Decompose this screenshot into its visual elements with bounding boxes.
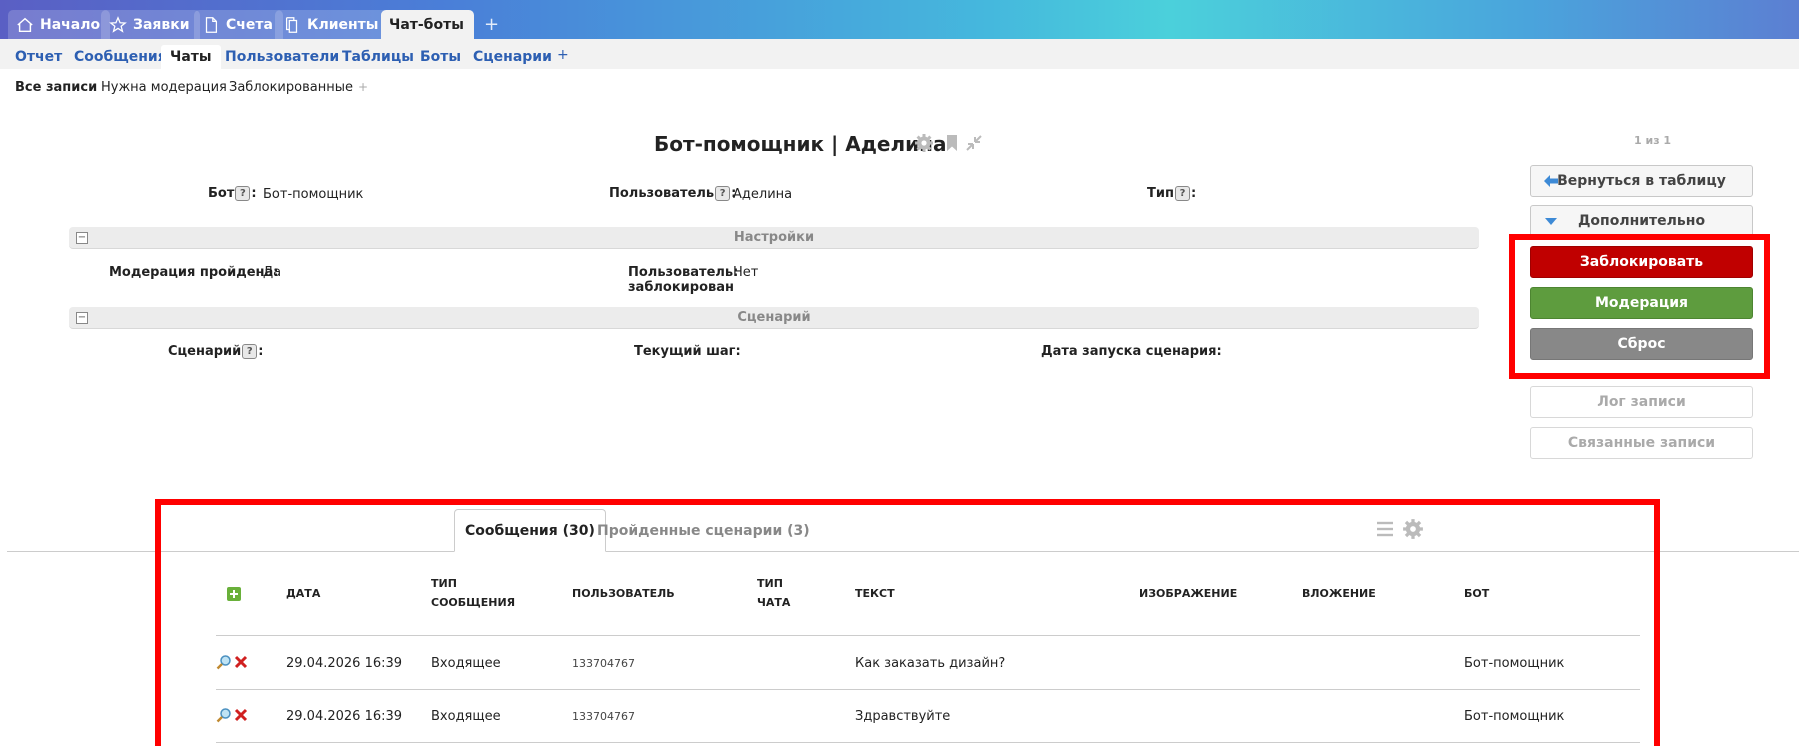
settings-section-title: Настройки — [733, 230, 815, 245]
scenario-launch-date-label: Дата запуска сценария: — [1041, 344, 1222, 359]
add-sub-tab-button[interactable]: + — [557, 47, 569, 63]
top-nav-bar: Начало Заявки Счета Клиенты Чат-боты + — [0, 0, 1799, 39]
tab-clients[interactable]: Клиенты — [275, 10, 389, 39]
tab-invoices[interactable]: Счета — [194, 10, 283, 39]
help-icon[interactable]: ? — [242, 344, 258, 359]
home-icon — [17, 17, 33, 32]
record-pager: 1 из 1 — [1634, 134, 1672, 147]
back-to-table-button[interactable]: Вернуться в таблицу — [1530, 165, 1753, 197]
subtab-report[interactable]: Отчет — [6, 45, 71, 69]
tab-clients-label: Клиенты — [307, 16, 379, 33]
filter-needs-moderation[interactable]: Нужна модерация — [101, 80, 227, 95]
tab-chatbots-label: Чат-боты — [389, 16, 464, 33]
tab-invoices-label: Счета — [226, 16, 273, 33]
filter-blocked[interactable]: Заблокированные — [229, 80, 353, 95]
record-log-button[interactable]: Лог записи — [1530, 386, 1753, 418]
document-icon — [205, 16, 218, 33]
moderation-passed-label: Модерация пройдена: — [109, 265, 279, 280]
subtab-chats[interactable]: Чаты — [161, 45, 221, 69]
help-icon[interactable]: ? — [715, 186, 731, 201]
linked-records-button[interactable]: Связанные записи — [1530, 427, 1753, 459]
user-field-label: Пользователь?: — [609, 186, 737, 201]
tab-requests-label: Заявки — [133, 16, 190, 33]
help-icon[interactable]: ? — [235, 186, 251, 201]
bot-field-label: Бот?: — [208, 186, 257, 201]
type-field-label: Тип?: — [1147, 186, 1197, 201]
subtab-scenarios[interactable]: Сценарии — [464, 45, 561, 69]
user-blocked-value: Нет — [733, 265, 759, 280]
add-filter-button[interactable]: + — [358, 80, 368, 94]
sub-nav-bar: Отчет Сообщения Чаты Пользователи Таблиц… — [0, 39, 1799, 69]
scenario-field-label: Сценарий?: — [168, 344, 264, 359]
record-title: Бот-помощник | Аделина — [654, 132, 947, 156]
subtab-messages[interactable]: Сообщения — [65, 45, 176, 69]
subtab-users[interactable]: Пользователи — [216, 45, 348, 69]
highlight-frame-actions — [1509, 234, 1770, 379]
scenario-section-header[interactable]: − Сценарий — [69, 307, 1479, 329]
star-icon — [109, 15, 127, 33]
tab-chatbots[interactable]: Чат-боты — [381, 10, 474, 39]
gear-icon[interactable] — [914, 133, 934, 153]
bookmark-icon[interactable] — [942, 133, 962, 153]
help-icon[interactable]: ? — [1174, 186, 1190, 201]
subtab-tables[interactable]: Таблицы — [333, 45, 423, 69]
user-field-value: Аделина — [733, 187, 793, 202]
settings-section-header[interactable]: − Настройки — [69, 227, 1479, 249]
add-top-tab-button[interactable]: + — [484, 14, 499, 35]
scenario-section-title: Сценарий — [737, 310, 811, 325]
bot-field-value: Бот-помощник — [263, 187, 364, 202]
arrow-left-icon — [1544, 175, 1558, 187]
tab-home[interactable]: Начало — [8, 10, 111, 39]
filter-all[interactable]: Все записи — [15, 80, 97, 95]
chevron-down-icon — [1545, 218, 1557, 225]
more-button[interactable]: Дополнительно — [1530, 205, 1753, 237]
copy-icon — [285, 16, 298, 33]
collapse-icon[interactable] — [964, 133, 984, 153]
current-step-label: Текущий шаг: — [634, 344, 741, 359]
highlight-frame-table — [155, 499, 1660, 746]
tab-home-label: Начало — [40, 16, 101, 33]
subtab-bots[interactable]: Боты — [411, 45, 470, 69]
user-blocked-label: Пользователь: заблокирован — [628, 265, 739, 295]
moderation-passed-value: Да — [263, 265, 282, 280]
tab-requests[interactable]: Заявки — [101, 10, 200, 39]
